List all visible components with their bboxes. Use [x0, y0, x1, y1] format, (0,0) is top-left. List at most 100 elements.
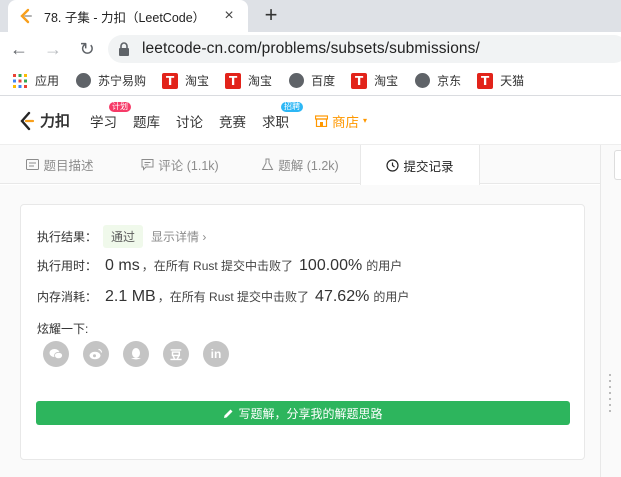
share-label: 炫耀一下:	[37, 322, 89, 336]
new-tab-button[interactable]: +	[258, 2, 284, 28]
browser-toolbar: ← → ↻ leetcode-cn.com/problems/subsets/s…	[0, 32, 621, 66]
nav-label: 讨论	[176, 114, 204, 130]
memory-suffix: 的用户	[373, 290, 410, 304]
pencil-icon	[224, 409, 233, 418]
tab-label: 评论 (1.1k)	[158, 159, 219, 173]
nav-discuss[interactable]: 讨论	[176, 111, 203, 131]
taobao-t-icon: T	[162, 72, 179, 89]
bookmark-label: 淘宝	[185, 74, 210, 88]
leetcode-favicon-icon	[20, 8, 32, 24]
bookmark-taobao-1[interactable]: T 淘宝	[162, 72, 209, 89]
editor-pane-tab[interactable]	[614, 150, 621, 180]
memory-percentile: 47.62%	[315, 288, 370, 305]
bookmark-label: 淘宝	[374, 74, 399, 88]
nav-label: 竞赛	[219, 114, 247, 130]
lock-icon	[119, 42, 129, 56]
tab-label: 题解 (1.2k)	[278, 159, 339, 173]
memory-text: ，在所有 Rust 提交中击败了	[157, 290, 310, 304]
taobao-t-icon: T	[477, 72, 494, 89]
comment-icon	[141, 159, 154, 171]
logo-text: 力扣	[40, 113, 71, 130]
globe-icon	[414, 73, 430, 89]
nav-store[interactable]: 商店 ▾	[315, 111, 367, 131]
douban-icon[interactable]: 豆	[163, 341, 189, 367]
plan-badge: 计划	[109, 101, 132, 112]
memory-row: 内存消耗： 2.1 MB ，在所有 Rust 提交中击败了 47.62% 的用户	[37, 288, 409, 306]
nav-contest[interactable]: 竞赛	[219, 111, 246, 131]
reload-button[interactable]: ↻	[72, 34, 102, 64]
runtime-text: ，在所有 Rust 提交中击败了	[141, 259, 294, 273]
status-label: 执行结果：	[37, 230, 98, 244]
runtime-row: 执行用时： 0 ms ，在所有 Rust 提交中击败了 100.00% 的用户	[37, 257, 402, 275]
leetcode-navbar: 力扣 学习 计划 题库 讨论 竞赛 求职 招聘 商店 ▾	[0, 97, 621, 145]
bookmark-label: 淘宝	[248, 74, 273, 88]
nav-label: 题库	[133, 114, 161, 130]
tab-submissions[interactable]: 提交记录	[360, 145, 480, 185]
taobao-t-icon: T	[351, 72, 368, 89]
linkedin-icon[interactable]: in	[203, 341, 229, 367]
bookmark-baidu[interactable]: 百度	[288, 72, 335, 89]
nav-problems[interactable]: 题库	[133, 111, 160, 131]
tab-title: 78. 子集 - 力扣（LeetCode）	[44, 10, 206, 25]
runtime-value: 0 ms	[105, 257, 140, 274]
share-icons: 豆 in	[43, 341, 243, 367]
bookmark-label: 应用	[35, 74, 60, 88]
tab-close-icon[interactable]: ×	[220, 7, 238, 25]
nav-jobs[interactable]: 求职 招聘	[262, 101, 304, 131]
tab-label: 题目描述	[43, 159, 94, 173]
write-solution-button[interactable]: 写题解，分享我的解题思路	[36, 401, 570, 425]
bookmark-label: 天猫	[500, 74, 525, 88]
store-icon	[315, 114, 329, 127]
nav-label: 学习	[90, 114, 118, 130]
hiring-badge: 招聘	[281, 101, 304, 112]
runtime-percentile: 100.00%	[299, 257, 363, 274]
bookmark-label: 京东	[437, 74, 462, 88]
bookmark-label: 苏宁易购	[98, 74, 147, 88]
nav-label: 求职	[262, 114, 290, 130]
bookmark-jd[interactable]: 京东	[414, 72, 461, 89]
weibo-icon[interactable]	[83, 341, 109, 367]
leetcode-logo[interactable]: 力扣	[18, 110, 70, 131]
problem-tabs: 题目描述 评论 (1.1k) 题解 (1.2k) 提交记录	[0, 145, 600, 185]
write-solution-label: 写题解，分享我的解题思路	[238, 406, 383, 421]
status-badge: 通过	[103, 225, 144, 248]
leetcode-logo-icon	[20, 111, 35, 130]
store-label: 商店	[332, 114, 360, 130]
browser-tab-strip: 78. 子集 - 力扣（LeetCode） × +	[0, 0, 621, 32]
splitter-handle[interactable]	[609, 374, 612, 416]
runtime-label: 执行用时：	[37, 259, 98, 273]
tab-solutions[interactable]: 题解 (1.2k)	[240, 145, 360, 184]
show-details-link[interactable]: 显示详情 ›	[151, 228, 206, 245]
globe-icon	[288, 73, 304, 89]
memory-value: 2.1 MB	[105, 288, 156, 305]
bookmark-taobao-2[interactable]: T 淘宝	[225, 72, 272, 89]
qq-icon[interactable]	[123, 341, 149, 367]
chevron-down-icon: ▾	[363, 116, 368, 125]
wechat-icon[interactable]	[43, 341, 69, 367]
bookmark-apps[interactable]: 应用	[12, 72, 59, 89]
bookmark-taobao-3[interactable]: T 淘宝	[351, 72, 398, 89]
bookmark-tmall[interactable]: T 天猫	[477, 72, 524, 89]
bookmark-label: 百度	[311, 74, 336, 88]
browser-tab[interactable]: 78. 子集 - 力扣（LeetCode） ×	[8, 0, 248, 32]
tab-comments[interactable]: 评论 (1.1k)	[120, 145, 240, 184]
share-row: 炫耀一下:	[37, 320, 88, 337]
back-button[interactable]: ←	[4, 34, 34, 64]
address-bar[interactable]: leetcode-cn.com/problems/subsets/submiss…	[108, 35, 621, 63]
result-card: 执行结果： 通过 显示详情 › 执行用时： 0 ms ，在所有 Rust 提交中…	[20, 204, 585, 460]
memory-label: 内存消耗：	[37, 290, 98, 304]
editor-pane-edge	[600, 145, 621, 477]
tab-description[interactable]: 题目描述	[0, 145, 120, 184]
taobao-t-icon: T	[225, 72, 242, 89]
forward-button[interactable]: →	[38, 34, 68, 64]
status-row: 执行结果： 通过 显示详情 ›	[37, 225, 206, 248]
tab-label: 提交记录	[403, 159, 454, 174]
submission-panel: 执行结果： 通过 显示详情 › 执行用时： 0 ms ，在所有 Rust 提交中…	[0, 185, 600, 477]
bookmark-suning[interactable]: 苏宁易购	[75, 72, 146, 89]
globe-icon	[75, 73, 91, 89]
description-icon	[26, 159, 40, 170]
nav-study[interactable]: 学习 计划	[90, 101, 132, 131]
bookmarks-bar: 应用 苏宁易购 T 淘宝 T 淘宝 百度 T 淘宝 京东 T 天猫	[0, 66, 621, 96]
url-text: leetcode-cn.com/problems/subsets/submiss…	[142, 40, 480, 57]
apps-grid-icon	[12, 73, 28, 89]
